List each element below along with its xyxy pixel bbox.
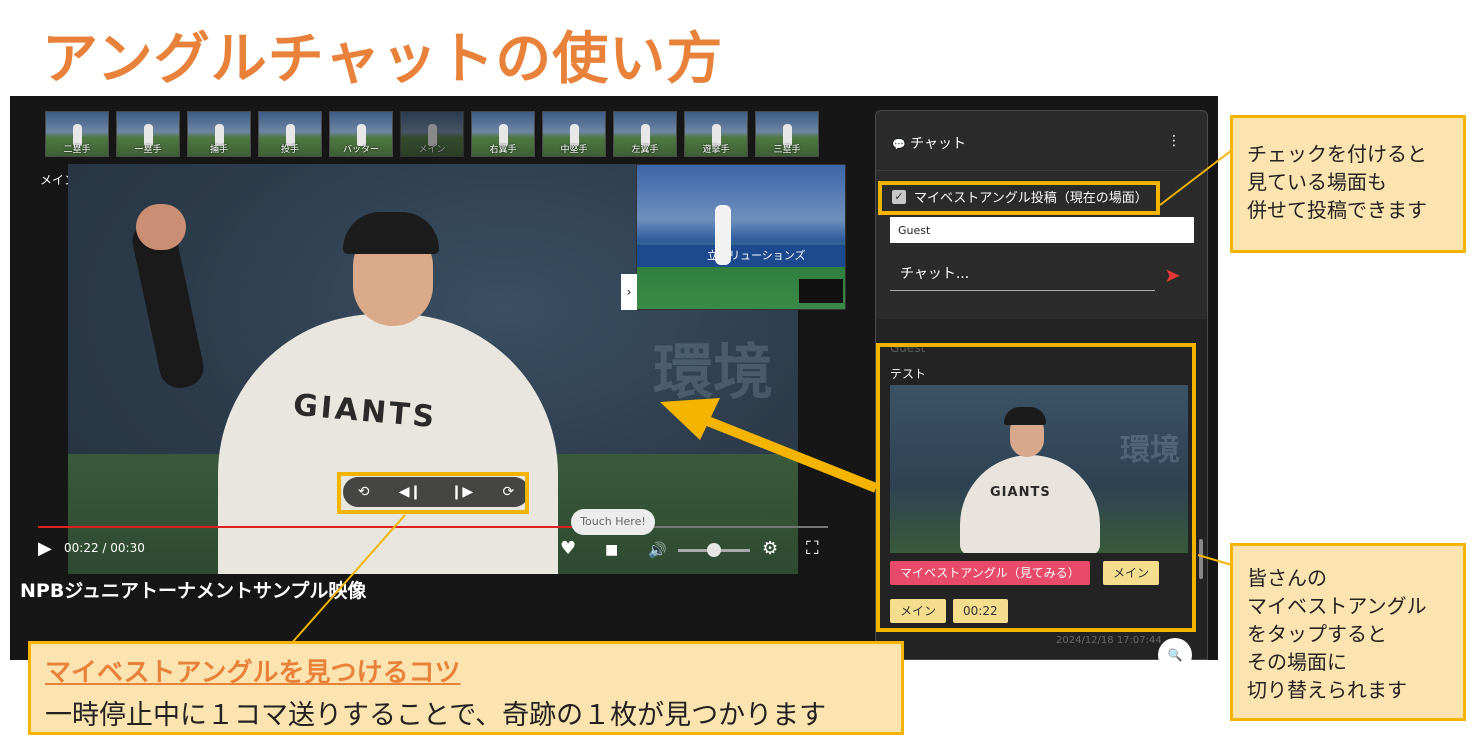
picture-in-picture[interactable]: 立ソリューションズ: [636, 164, 846, 310]
heart-icon[interactable]: ♥: [560, 540, 576, 558]
chat-bubble-icon: 💬: [892, 138, 906, 151]
angle-thumbnail-strip: 二塁手 一塁手 捕手 投手 バッター メイン 右翼手 中堅手 左翼手 遊撃手 三…: [45, 111, 819, 157]
angle-thumb-label: 遊撃手: [702, 145, 730, 155]
message-timestamp: 2024/12/18 17:07:44: [1056, 635, 1162, 646]
chat-scrollbar[interactable]: [1199, 539, 1203, 579]
angle-thumb-label: バッター: [342, 145, 379, 155]
seek-bar[interactable]: [38, 526, 828, 528]
chat-header: 💬 チャット ⋮: [876, 111, 1207, 171]
callout-line: チェックを付けると: [1247, 142, 1427, 166]
send-icon[interactable]: ➤: [1164, 263, 1181, 287]
volume-icon[interactable]: 🔊: [648, 541, 667, 559]
angle-thumb-label: 投手: [280, 145, 299, 155]
touch-hint-bubble: Touch Here!: [571, 509, 655, 535]
angle-thumb-label: 左翼手: [631, 145, 659, 155]
slide-title: アングルチャットの使い方: [42, 27, 724, 92]
pip-collapse-button[interactable]: ›: [621, 274, 637, 310]
angle-thumb[interactable]: 中堅手: [542, 111, 606, 157]
angle-thumb[interactable]: 一塁手: [116, 111, 180, 157]
angle-thumb-label: 捕手: [209, 145, 228, 155]
video-title: NPBジュニアトーナメントサンプル映像: [20, 580, 367, 602]
callout-line: 皆さんの: [1247, 566, 1327, 590]
checkbox-highlight: [878, 181, 1160, 215]
chat-title: 💬 チャット: [892, 133, 966, 153]
time-readout: 00:22 / 00:30: [64, 541, 145, 555]
video-background-sign: 環境: [653, 338, 773, 408]
angle-thumb[interactable]: 三塁手: [755, 111, 819, 157]
callout-line: マイベストアングル: [1247, 594, 1427, 618]
player-hand: [136, 204, 186, 250]
angle-thumb[interactable]: 左翼手: [613, 111, 677, 157]
slide: アングルチャットの使い方 二塁手 一塁手 捕手 投手 バッター メイン 右翼手 …: [0, 0, 1482, 741]
camera-icon[interactable]: ■: [605, 541, 618, 559]
pip-scoreboard: [799, 279, 843, 303]
name-field[interactable]: [890, 217, 1194, 243]
seek-bar-progress: [38, 526, 591, 528]
angle-thumb-label: 右翼手: [489, 145, 517, 155]
callout-line: その場面に: [1247, 650, 1347, 674]
angle-thumb-label: 三塁手: [773, 145, 801, 155]
search-icon[interactable]: 🔍: [1158, 638, 1192, 672]
callout-line: 切り替えられます: [1247, 678, 1407, 702]
chat-message-input[interactable]: [890, 257, 1155, 291]
message-highlight: [876, 343, 1196, 632]
callout-line: をタップすると: [1247, 622, 1387, 646]
angle-thumb-active[interactable]: メイン: [400, 111, 464, 157]
angle-thumb[interactable]: 二塁手: [45, 111, 109, 157]
tip-body: 一時停止中に１コマ送りすることで、奇跡の１枚が見つかります: [45, 700, 827, 731]
angle-thumb-label: 中堅手: [560, 145, 588, 155]
pip-banner: 立ソリューションズ: [637, 245, 845, 267]
angle-thumb-label: メイン: [418, 145, 446, 155]
more-vert-icon[interactable]: ⋮: [1167, 133, 1181, 149]
best-angle-callout: 皆さんの マイベストアングル をタップすると その場面に 切り替えられます: [1230, 543, 1466, 721]
play-icon[interactable]: ▶: [38, 540, 52, 558]
angle-thumb[interactable]: 捕手: [187, 111, 251, 157]
volume-slider-knob[interactable]: [707, 543, 721, 557]
tip-callout: マイベストアングルを見つけるコツ 一時停止中に１コマ送りすることで、奇跡の１枚が…: [28, 641, 904, 735]
checkbox-callout: チェックを付けると 見ている場面も 併せて投稿できます: [1230, 115, 1466, 253]
pip-batter: [715, 205, 731, 265]
angle-thumb[interactable]: 右翼手: [471, 111, 535, 157]
angle-thumb[interactable]: バッター: [329, 111, 393, 157]
frame-controls-highlight: [337, 472, 529, 514]
player-jersey: [218, 314, 558, 574]
chat-title-text: チャット: [910, 136, 967, 152]
callout-line: 見ている場面も: [1247, 170, 1387, 194]
angle-thumb-label: 一塁手: [134, 145, 162, 155]
angle-thumb[interactable]: 遊撃手: [684, 111, 748, 157]
angle-thumb[interactable]: 投手: [258, 111, 322, 157]
tip-title: マイベストアングルを見つけるコツ: [45, 658, 461, 688]
settings-icon[interactable]: ⚙: [762, 540, 778, 558]
callout-line: 併せて投稿できます: [1247, 198, 1427, 222]
player-cap: [343, 212, 439, 254]
fullscreen-icon[interactable]: ⛶: [806, 540, 819, 558]
angle-thumb-label: 二塁手: [63, 145, 91, 155]
